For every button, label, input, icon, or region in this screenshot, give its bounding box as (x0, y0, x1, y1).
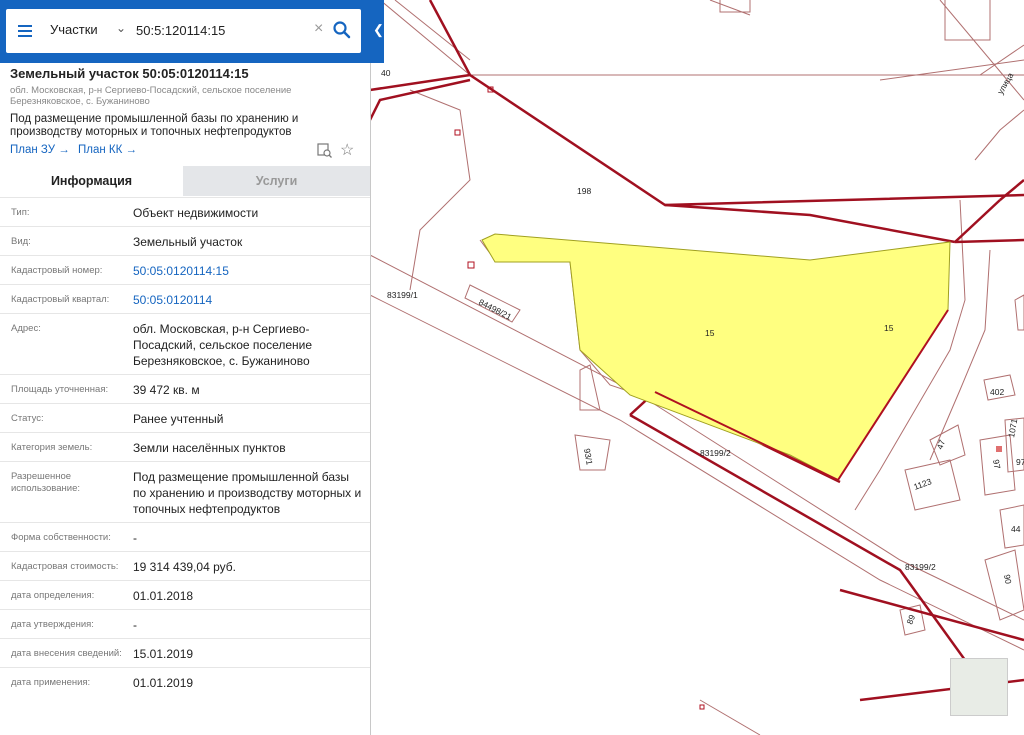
close-icon[interactable]: × (314, 20, 323, 38)
row-value: 19 314 439,04 руб. (133, 560, 236, 574)
row-label: Кадастровая стоимость: (11, 561, 119, 572)
row-value: - (133, 618, 137, 632)
label-44: 44 (1011, 524, 1021, 534)
row-label: Статус: (11, 413, 44, 424)
star-icon[interactable]: ☆ (340, 140, 354, 160)
collapse-panel-button[interactable]: ❮ (370, 0, 384, 63)
label-402: 402 (990, 387, 1004, 397)
tab-info[interactable]: Информация (0, 166, 183, 196)
cadastral-quarter-link[interactable]: 50:05:0120114 (133, 292, 363, 308)
row-label: Вид: (11, 236, 31, 247)
tab-services[interactable]: Услуги (183, 166, 370, 196)
row-value: Ранее учтенный (133, 412, 224, 426)
row-value: 15.01.2019 (133, 647, 194, 661)
info-row: дата применения: 01.01.2019 (0, 667, 370, 697)
row-value: 01.01.2019 (133, 676, 194, 690)
row-label: Категория земель: (11, 442, 93, 453)
label-97b: 97 (1016, 457, 1024, 467)
info-row: Площадь уточненная: 39 472 кв. м (0, 374, 370, 404)
info-panel: Участки ⌄ × Земельный участок 50:05:0120… (0, 0, 371, 735)
info-row: дата определения: 01.01.2018 (0, 580, 370, 610)
label-83199-1: 83199/1 (387, 290, 418, 300)
row-label: Тип: (11, 207, 30, 218)
chevron-down-icon[interactable]: ⌄ (116, 21, 126, 35)
info-row: Кадастровая стоимость: 19 314 439,04 руб… (0, 551, 370, 581)
label-15b: 15 (884, 323, 894, 333)
row-value: обл. Московская, р-н Сергиево-Посадский,… (133, 322, 313, 368)
label-97a: 97 (991, 459, 1003, 470)
layer-select[interactable]: Участки (50, 22, 98, 37)
label-198: 198 (577, 186, 591, 196)
row-label: Разрешенное использование: (11, 471, 81, 494)
show-on-map-icon[interactable] (317, 143, 332, 158)
info-row: Тип: Объект недвижимости (0, 197, 370, 227)
info-row: Адрес: обл. Московская, р-н Сергиево-Пос… (0, 313, 370, 375)
object-purpose: Под размещение промышленной базы по хран… (10, 113, 299, 138)
label-15a: 15 (705, 328, 715, 338)
cadastral-number-link[interactable]: 50:05:0120114:15 (133, 263, 363, 279)
info-row: Кадастровый номер: 50:05:0120114:15 (0, 255, 370, 285)
info-row: дата внесения сведений: 15.01.2019 (0, 638, 370, 668)
object-title: Земельный участок 50:05:0120114:15 (10, 66, 249, 81)
chevron-left-icon: ❮ (373, 22, 384, 37)
label-90: 90 (1002, 574, 1014, 585)
minimap-thumbnail[interactable] (950, 658, 1008, 716)
row-value: 01.01.2018 (133, 589, 194, 603)
menu-icon[interactable] (18, 25, 32, 37)
object-address: обл. Московская, р-н Сергиево-Посадский,… (10, 85, 292, 107)
label-83199-2b: 83199/2 (905, 562, 936, 572)
row-value: Земли населённых пунктов (133, 441, 286, 455)
row-label: дата применения: (11, 677, 91, 688)
search-icon[interactable] (332, 20, 352, 40)
row-label: Адрес: (11, 323, 41, 334)
row-value: Земельный участок (133, 235, 243, 249)
plan-zu-link[interactable]: План ЗУ → (10, 144, 70, 156)
plan-kk-link[interactable]: План КК → (78, 144, 137, 156)
info-row: Форма собственности: - (0, 522, 370, 552)
tabs: Информация Услуги (0, 166, 370, 196)
info-row: Статус: Ранее учтенный (0, 403, 370, 433)
row-label: дата внесения сведений: (11, 648, 122, 659)
info-row: Кадастровый квартал: 50:05:0120114 (0, 284, 370, 314)
row-label: Кадастровый квартал: (11, 294, 110, 305)
row-label: Форма собственности: (11, 532, 111, 543)
row-value: - (133, 531, 137, 545)
search-bar: Участки ⌄ × (0, 0, 370, 63)
search-input[interactable] (136, 19, 296, 41)
row-value: Объект недвижимости (133, 206, 259, 220)
row-value: 39 472 кв. м (133, 383, 200, 397)
info-row: Категория земель: Земли населённых пункт… (0, 432, 370, 462)
row-value: Под размещение промышленной базы по хран… (133, 470, 362, 516)
info-row: дата утверждения: - (0, 609, 370, 639)
row-label: Кадастровый номер: (11, 265, 103, 276)
row-label: дата определения: (11, 590, 95, 601)
info-row: Разрешенное использование: Под размещени… (0, 461, 370, 523)
label-40: 40 (381, 68, 391, 78)
row-label: дата утверждения: (11, 619, 94, 630)
label-83199-2a: 83199/2 (700, 448, 731, 458)
info-row: Вид: Земельный участок (0, 226, 370, 256)
row-label: Площадь уточненная: (11, 384, 109, 395)
search-box: Участки ⌄ × (6, 9, 361, 53)
